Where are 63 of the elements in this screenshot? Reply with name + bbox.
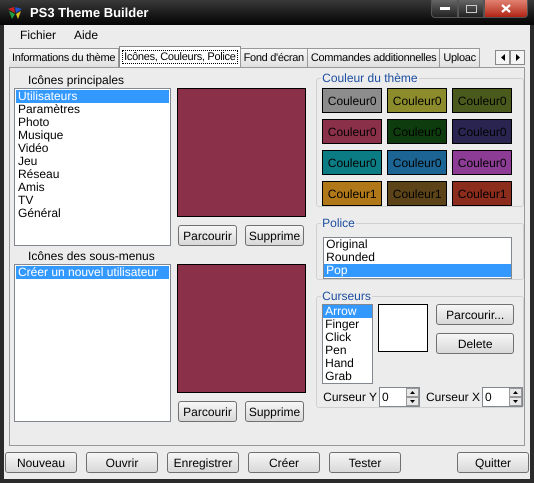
list-item[interactable]: TV [16,194,169,207]
minimize-button[interactable] [431,0,458,18]
list-item[interactable]: Photo [16,116,169,129]
group-title: Police [321,216,356,230]
field-label: Curseur Y [323,389,377,406]
close-button[interactable] [484,0,528,18]
tab[interactable]: Fond d'écran [240,48,308,67]
button[interactable]: Tester [329,452,401,473]
color-swatch[interactable]: Couleur0 [322,88,382,113]
spin-arrows-icon [406,388,419,406]
color-swatch[interactable]: Couleur1 [322,181,382,206]
left-arrow-icon [500,54,505,61]
button[interactable]: Ouvrir [86,452,158,473]
field-label: Curseur X [426,389,480,406]
button[interactable]: Parcourir... [436,304,514,325]
list-item[interactable]: Original [324,238,512,251]
group-title: Curseurs [321,289,372,303]
minimize-icon [440,7,450,10]
color-swatch[interactable]: Couleur0 [387,88,448,113]
button[interactable]: Enregistrer [167,452,239,473]
number-field[interactable]: 0 [378,387,420,407]
list-item[interactable]: Amis [16,181,169,194]
scroll-left-button[interactable] [495,50,510,65]
button[interactable]: Quitter [457,452,529,473]
app-logo-icon [6,4,24,20]
tab[interactable]: Icônes, Couleurs, Police [119,46,241,67]
list-item[interactable]: Musique [16,129,169,142]
list-item[interactable]: Hand [323,357,372,370]
menu-item[interactable]: Fichier [12,25,64,45]
list-item[interactable]: Click [323,331,372,344]
list-item[interactable]: Réseau [16,168,169,181]
button[interactable]: Supprime [245,401,304,422]
maximize-icon [466,4,476,12]
close-icon [501,4,511,13]
list-item[interactable]: Finger [323,318,372,331]
list-item[interactable]: Grab [323,370,372,383]
button[interactable]: Parcourir [178,225,237,246]
scroll-right-button[interactable] [510,50,526,65]
group-title: Couleur du thème [321,71,419,85]
tab[interactable]: Uploac [439,48,480,67]
list-item[interactable]: Jeu [16,155,169,168]
list-item[interactable]: Rounded [324,251,512,264]
button[interactable]: Parcourir [178,401,237,422]
button[interactable]: Supprime [245,225,304,246]
right-arrow-icon [516,54,520,61]
maximize-button[interactable] [458,0,484,18]
window-title: PS3 Theme Builder [30,4,148,22]
list-item[interactable]: Vidéo [16,142,169,155]
menu-item[interactable]: Aide [66,25,106,45]
tab[interactable]: Commandes additionnelles [306,48,440,67]
section-label: Icônes des sous-menus [27,249,156,263]
list-item[interactable]: Paramètres [16,103,169,116]
button[interactable]: Nouveau [5,452,77,473]
number-field[interactable]: 0 [482,387,523,407]
cursor-preview [378,304,428,352]
list-item[interactable]: Pen [323,344,372,357]
color-swatch[interactable]: Couleur0 [322,150,382,175]
button[interactable]: Delete [436,333,514,354]
spin-arrows-icon [509,388,522,406]
tab[interactable]: Informations du thème [9,48,120,67]
button[interactable]: Créer [248,452,320,473]
section-label: Icônes principales [27,73,126,87]
list-item[interactable]: Général [16,207,169,220]
